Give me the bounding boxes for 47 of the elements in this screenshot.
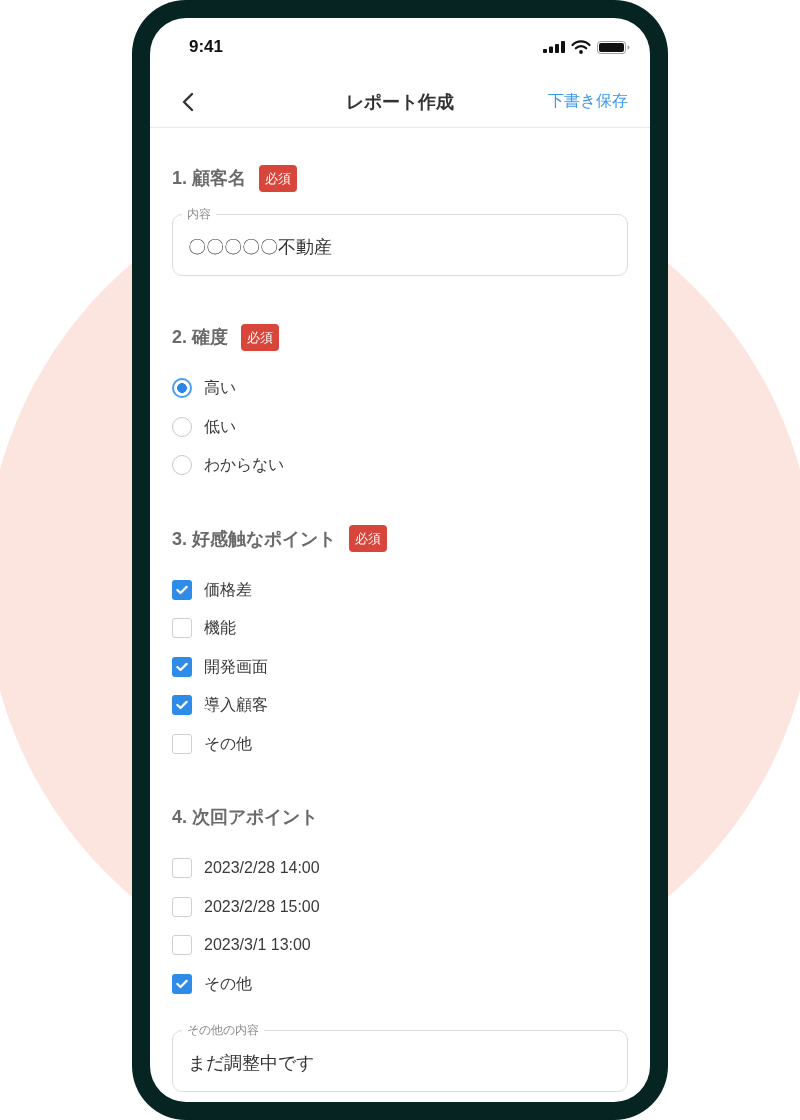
section-heading: 4. 次回アポイント: [172, 806, 318, 829]
radio-button[interactable]: [172, 455, 192, 476]
section-heading: 1. 顧客名: [172, 167, 246, 190]
checkbox[interactable]: [172, 618, 192, 639]
option-label: 価格差: [204, 579, 252, 600]
radio-button[interactable]: [172, 378, 192, 399]
option-label: わからない: [204, 455, 284, 476]
option-label: その他: [204, 733, 252, 754]
signal-icon: [543, 41, 565, 53]
required-badge: 必須: [349, 525, 387, 552]
checkbox[interactable]: [172, 695, 192, 716]
text-input[interactable]: まだ調整中です: [188, 1051, 612, 1075]
status-time: 9:41: [189, 36, 224, 58]
option-label: 低い: [204, 416, 236, 437]
field-label: 内容: [186, 207, 212, 221]
checkbox[interactable]: [172, 656, 192, 677]
option-label: 2023/2/28 15:00: [204, 896, 320, 917]
checkmark-icon: [176, 700, 188, 711]
required-badge: 必須: [241, 323, 279, 351]
required-badge: 必須: [259, 164, 297, 192]
checkbox[interactable]: [172, 935, 192, 956]
checkmark-icon: [176, 978, 188, 989]
battery-icon: [597, 40, 630, 54]
option-label: 機能: [204, 618, 236, 639]
text-field[interactable]: 内容 〇〇〇〇〇不動産: [172, 207, 628, 276]
wifi-icon: [571, 40, 591, 54]
checkmark-icon: [176, 661, 188, 672]
checkbox[interactable]: [172, 896, 192, 917]
option-label: 導入顧客: [204, 695, 268, 716]
field-label: その他の内容: [186, 1023, 260, 1037]
section-heading: 2. 確度: [172, 326, 228, 349]
checkmark-icon: [176, 584, 188, 595]
option-label: 開発画面: [204, 656, 268, 677]
option-label: 2023/2/28 14:00: [204, 858, 320, 879]
checkbox[interactable]: [172, 973, 192, 994]
screen-title: レポート作成: [346, 90, 454, 114]
text-input[interactable]: 〇〇〇〇〇不動産: [188, 235, 612, 259]
checkbox[interactable]: [172, 733, 192, 754]
text-field[interactable]: その他の内容 まだ調整中です: [172, 1023, 628, 1092]
option-label: 2023/3/1 13:00: [204, 935, 311, 956]
radio-button[interactable]: [172, 416, 192, 437]
section-heading: 3. 好感触なポイント: [172, 527, 336, 551]
chevron-left-icon[interactable]: [182, 91, 194, 112]
option-label: 高い: [204, 378, 236, 399]
checkbox[interactable]: [172, 858, 192, 879]
checkbox[interactable]: [172, 579, 192, 600]
option-label: その他: [204, 973, 252, 994]
